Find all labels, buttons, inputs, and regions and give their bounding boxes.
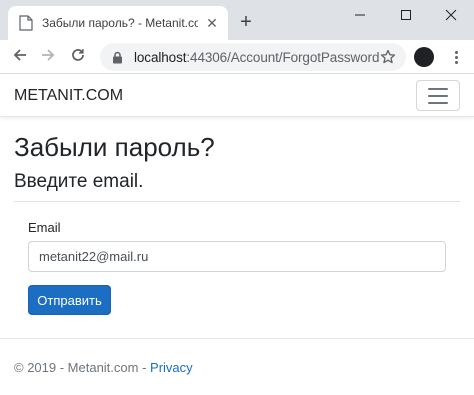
url-host: localhost — [134, 49, 187, 65]
footer-divider — [0, 338, 474, 339]
footer: © 2019 - Metanit.com - Privacy — [14, 360, 193, 375]
forward-button[interactable] — [36, 45, 60, 69]
address-bar[interactable]: localhost:44306/Account/ForgotPassword — [100, 43, 406, 71]
tab-title: Забыли пароль? - Metanit.com — [42, 16, 198, 30]
divider — [14, 201, 460, 202]
star-icon[interactable] — [380, 49, 396, 65]
reload-button[interactable] — [66, 45, 90, 69]
new-tab-button[interactable]: + — [236, 12, 256, 32]
page-icon — [18, 15, 34, 31]
page-subtitle: Введите email. — [14, 171, 144, 192]
url-text[interactable]: localhost:44306/Account/ForgotPassword — [134, 50, 379, 65]
browser-titlebar: Забыли пароль? - Metanit.com ✕ + — [0, 0, 474, 40]
page-title: Забыли пароль? — [14, 132, 215, 162]
more-vertical-icon[interactable] — [446, 47, 466, 67]
close-icon[interactable]: ✕ — [204, 15, 220, 31]
url-path: :44306/Account/ForgotPassword — [186, 49, 380, 65]
lock-icon[interactable] — [110, 50, 124, 64]
arrow-left-icon — [12, 47, 28, 68]
page-content: METANIT.COM Забыли пароль? Введите email… — [0, 75, 474, 395]
browser-toolbar: localhost:44306/Account/ForgotPassword — [0, 40, 474, 74]
navbar-toggler-button[interactable] — [416, 80, 460, 111]
browser-tab[interactable]: Забыли пароль? - Metanit.com ✕ — [8, 6, 228, 40]
back-button[interactable] — [8, 45, 32, 69]
reload-icon — [70, 47, 86, 68]
privacy-link[interactable]: Privacy — [150, 360, 193, 375]
footer-text: © 2019 - Metanit.com - — [14, 360, 151, 375]
email-field[interactable] — [28, 241, 446, 272]
minimize-button[interactable] — [337, 0, 383, 30]
arrow-right-icon — [40, 47, 56, 68]
submit-button[interactable]: Отправить — [28, 285, 111, 315]
email-label: Email — [28, 220, 61, 235]
maximize-button[interactable] — [383, 0, 429, 30]
site-brand[interactable]: METANIT.COM — [14, 87, 123, 105]
profile-avatar[interactable] — [414, 47, 434, 67]
window-close-button[interactable] — [428, 0, 474, 30]
hamburger-icon — [428, 87, 448, 90]
site-navbar: METANIT.COM — [0, 75, 474, 117]
